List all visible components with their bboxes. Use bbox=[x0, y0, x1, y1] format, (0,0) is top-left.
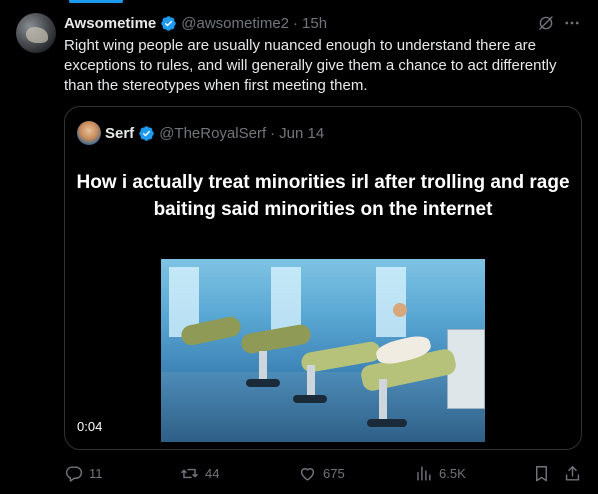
views-count: 6.5K bbox=[439, 465, 466, 481]
verified-badge-icon bbox=[138, 125, 155, 142]
views-icon bbox=[417, 465, 431, 481]
author-handle[interactable]: @awsometime2 bbox=[181, 15, 289, 32]
grok-icon[interactable] bbox=[537, 14, 555, 32]
video-duration: 0:04 bbox=[77, 419, 103, 434]
like-icon bbox=[300, 467, 315, 481]
share-button[interactable] bbox=[563, 462, 582, 484]
separator-dot: · bbox=[293, 14, 299, 32]
like-button[interactable]: 675 bbox=[298, 462, 345, 484]
author-avatar[interactable] bbox=[16, 13, 56, 53]
tweet-header: Awsometime @awsometime2 · 15h bbox=[64, 13, 327, 33]
quote-author-name: Serf bbox=[105, 124, 135, 142]
repost-icon bbox=[181, 468, 198, 478]
share-icon bbox=[565, 465, 580, 481]
reply-button[interactable]: 11 bbox=[64, 462, 103, 484]
like-count: 675 bbox=[323, 465, 345, 481]
tweet-timestamp[interactable]: 15h bbox=[302, 15, 327, 32]
quote-date: Jun 14 bbox=[279, 124, 325, 142]
verified-badge-icon[interactable] bbox=[160, 15, 177, 32]
repost-button[interactable]: 44 bbox=[180, 462, 219, 484]
views-button[interactable]: 6.5K bbox=[414, 462, 466, 484]
bookmark-icon bbox=[536, 465, 547, 481]
action-bar: 11 44 675 6.5K bbox=[0, 462, 598, 484]
more-icon[interactable] bbox=[563, 14, 581, 32]
video-thumbnail[interactable] bbox=[161, 259, 485, 442]
quote-author-handle: @TheRoyalSerf bbox=[159, 124, 267, 142]
author-name[interactable]: Awsometime bbox=[64, 15, 156, 32]
quoted-tweet[interactable]: Serf @TheRoyalSerf · Jun 14 How i actual… bbox=[64, 106, 582, 450]
video-caption: How i actually treat minorities irl afte… bbox=[76, 172, 570, 220]
reply-icon bbox=[65, 465, 83, 482]
tab-indicator bbox=[69, 0, 123, 3]
separator-dot: · bbox=[270, 124, 276, 142]
tweet-text: Right wing people are usually nuanced en… bbox=[64, 37, 557, 94]
reply-count: 11 bbox=[89, 465, 103, 481]
repost-count: 44 bbox=[205, 465, 220, 481]
bookmark-button[interactable] bbox=[532, 462, 551, 484]
quote-author-avatar bbox=[77, 121, 101, 145]
quote-header: Serf @TheRoyalSerf · Jun 14 bbox=[77, 121, 324, 145]
